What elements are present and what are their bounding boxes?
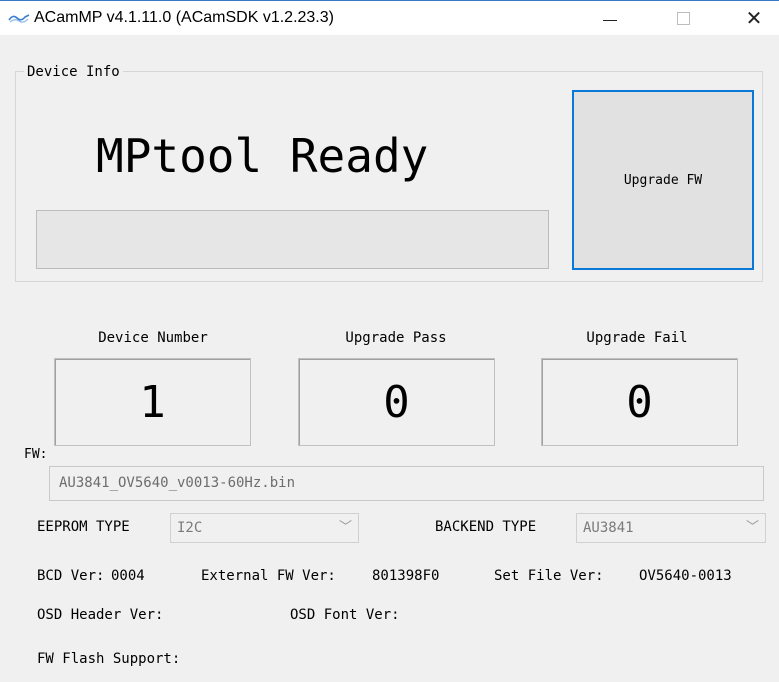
eeprom-type-value: I2C (177, 520, 203, 536)
osd-header-ver-label: OSD Header Ver: (37, 607, 164, 623)
backend-type-select[interactable]: AU3841 ﹀ (576, 513, 766, 543)
external-fw-ver-label: External FW Ver: (201, 568, 336, 584)
external-fw-ver-value: 801398F0 (372, 568, 440, 584)
close-icon: ✕ (745, 6, 763, 30)
progress-bar (36, 210, 549, 269)
fw-label: FW: (24, 447, 48, 462)
osd-font-ver-label: OSD Font Ver: (290, 607, 400, 623)
chevron-down-icon: ﹀ (745, 520, 759, 535)
device-number-value: 1 (54, 358, 251, 446)
fw-flash-support-label: FW Flash Support: (37, 651, 181, 667)
bcd-ver-value: 0004 (111, 568, 145, 584)
upgrade-pass-label: Upgrade Pass (345, 330, 447, 346)
backend-type-value: AU3841 (583, 520, 634, 536)
minimize-button[interactable] (587, 1, 633, 35)
set-file-ver-label: Set File Ver: (494, 568, 604, 584)
window-title: ACamMP v4.1.11.0 (ACamSDK v1.2.23.3) (34, 9, 334, 26)
title-bar[interactable]: ACamMP v4.1.11.0 (ACamSDK v1.2.23.3) ✕ (0, 1, 779, 35)
set-file-ver-value: OV5640-0013 (639, 568, 732, 584)
minimize-icon (603, 19, 617, 21)
chevron-down-icon: ﹀ (338, 520, 352, 535)
eeprom-type-label: EEPROM TYPE (37, 519, 130, 535)
device-number-label: Device Number (98, 330, 208, 346)
upgrade-fail-value: 0 (541, 358, 738, 446)
eeprom-type-select[interactable]: I2C ﹀ (170, 513, 359, 543)
upgrade-fail-label: Upgrade Fail (586, 330, 688, 346)
backend-type-label: BACKEND TYPE (435, 519, 537, 535)
maximize-icon (676, 11, 690, 25)
maximize-button[interactable] (660, 1, 706, 35)
bcd-ver-label: BCD Ver: (37, 568, 105, 584)
device-info-legend: Device Info (24, 63, 123, 81)
app-logo-icon (8, 14, 30, 23)
app-window: ACamMP v4.1.11.0 (ACamSDK v1.2.23.3) ✕ D… (0, 0, 779, 682)
status-text: MPtool Ready (96, 129, 429, 183)
upgrade-fw-button[interactable]: Upgrade FW (572, 90, 754, 270)
upgrade-pass-value: 0 (298, 358, 495, 446)
close-button[interactable]: ✕ (731, 1, 777, 35)
fw-file-field[interactable]: AU3841_OV5640_v0013-60Hz.bin (49, 466, 764, 501)
